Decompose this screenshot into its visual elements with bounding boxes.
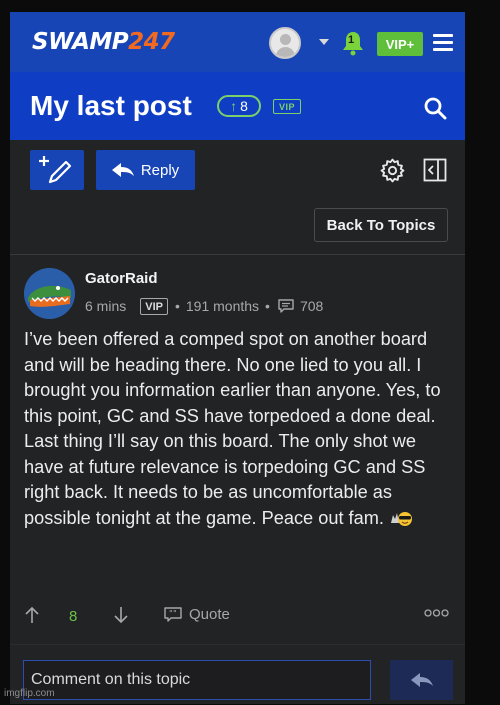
meta-separator: •: [265, 298, 270, 314]
compose-button[interactable]: [30, 150, 84, 190]
gator-avatar-icon: [24, 268, 75, 319]
notification-count: 1: [348, 34, 355, 46]
quote-button[interactable]: " " Quote: [164, 606, 230, 623]
post-body-text: I’ve been offered a comped spot on anoth…: [24, 329, 441, 528]
vip-plus-button[interactable]: VIP+: [377, 32, 423, 56]
send-icon: [411, 673, 433, 687]
avatar[interactable]: [24, 268, 75, 319]
post-username[interactable]: GatorRaid: [85, 270, 158, 287]
quote-label: Quote: [189, 606, 230, 623]
page-title: My last post: [30, 90, 192, 121]
quote-icon: " ": [164, 606, 182, 622]
post-time: 6 mins: [85, 298, 127, 314]
vote-count: 8: [69, 608, 78, 625]
post-count: 708: [299, 298, 324, 314]
reply-button[interactable]: Reply: [96, 150, 195, 190]
post-meta: 6 mins VIP • 191 months • 708: [85, 296, 323, 316]
compose-icon: [39, 156, 72, 184]
panel-toggle-icon[interactable]: [423, 158, 447, 182]
back-to-topics-button[interactable]: Back To Topics: [314, 208, 448, 242]
top-nav: SWAMP247 1 VIP+: [10, 12, 465, 72]
hamburger-icon[interactable]: [433, 34, 453, 52]
gear-icon[interactable]: [380, 158, 405, 183]
arrow-up-icon[interactable]: [24, 606, 40, 624]
arrow-down-icon[interactable]: [113, 606, 129, 624]
comment-input[interactable]: [23, 660, 371, 700]
reply-arrow-icon: [111, 163, 134, 177]
member-tenure: 191 months: [185, 298, 260, 314]
score-pill: ↑ 8: [217, 95, 261, 117]
score-value: 8: [240, 98, 248, 114]
post-body: I’ve been offered a comped spot on anoth…: [24, 327, 454, 531]
watermark: imgflip.com: [4, 688, 55, 699]
svg-text:": ": [173, 609, 177, 618]
chevron-down-icon[interactable]: [319, 39, 329, 45]
vip-tag: VIP: [273, 99, 301, 114]
sunglasses-emoji-icon: [390, 511, 412, 526]
divider: [10, 254, 465, 255]
vip-badge: VIP: [140, 297, 168, 315]
arrow-up-icon: ↑: [230, 98, 238, 114]
site-logo[interactable]: SWAMP247: [32, 29, 175, 55]
message-icon: [278, 299, 294, 313]
app-frame: SWAMP247 1 VIP+ My last post ↑ 8 VIP Rep…: [10, 12, 465, 704]
reply-label: Reply: [140, 161, 180, 179]
post-actions: 8 " " Quote: [24, 606, 454, 628]
divider: [10, 644, 465, 645]
send-button[interactable]: [390, 660, 453, 700]
title-bar: My last post ↑ 8 VIP: [10, 72, 465, 140]
meta-separator: •: [174, 298, 180, 314]
search-icon[interactable]: [423, 96, 447, 120]
more-icon[interactable]: [424, 608, 449, 618]
user-avatar-icon[interactable]: [269, 27, 301, 59]
